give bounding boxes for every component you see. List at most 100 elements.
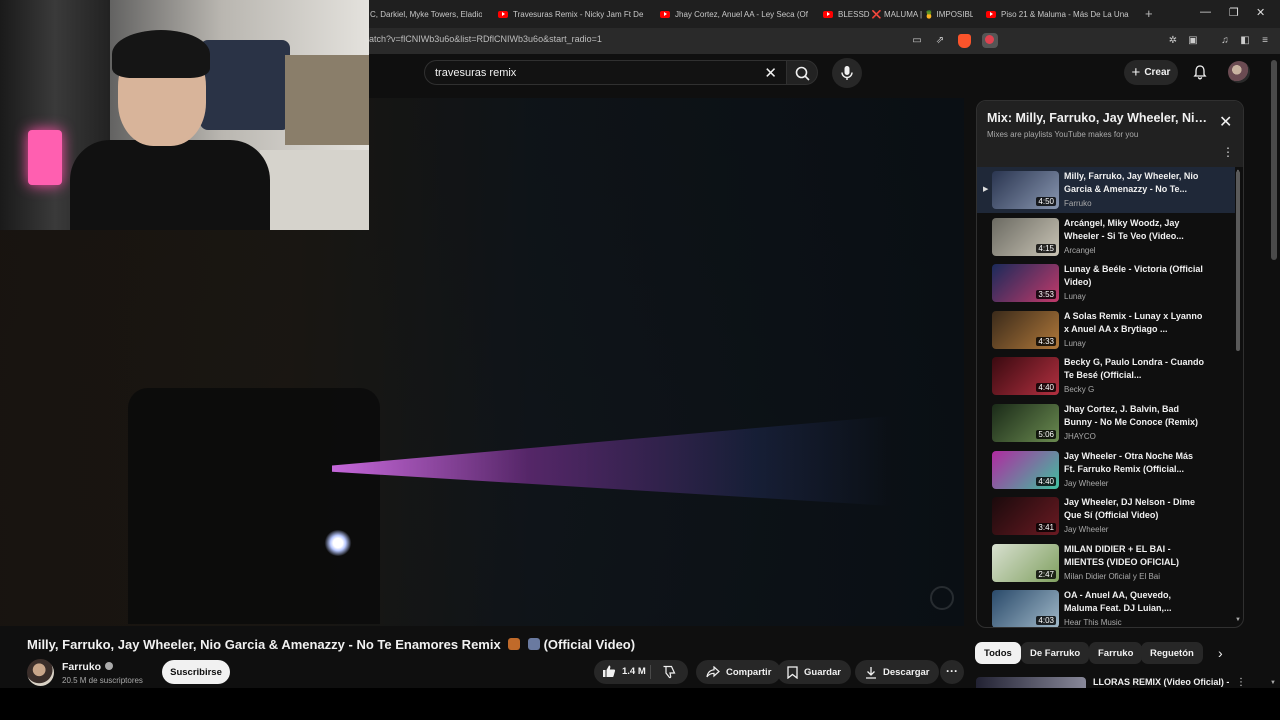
chip-farruko[interactable]: Farruko bbox=[1089, 642, 1143, 664]
share-page-icon[interactable]: ⇗ bbox=[934, 35, 946, 47]
mix-item-channel: Becky G bbox=[1064, 385, 1095, 395]
mix-more-options-icon[interactable]: ⋮ bbox=[1222, 146, 1234, 158]
mix-title[interactable]: Mix: Milly, Farruko, Jay Wheeler, Nio Ga… bbox=[987, 111, 1207, 125]
share-button[interactable]: Compartir bbox=[696, 660, 782, 684]
popcorn-emoji-icon bbox=[508, 638, 521, 650]
clear-search-icon[interactable]: ✕ bbox=[764, 64, 777, 82]
chip-todos[interactable]: Todos bbox=[975, 642, 1021, 664]
voice-search-button[interactable] bbox=[832, 58, 862, 88]
scroll-down-arrow-icon[interactable]: ▼ bbox=[1235, 617, 1241, 623]
tab-search-icon[interactable]: ▣ bbox=[1187, 35, 1199, 47]
account-avatar[interactable] bbox=[1228, 61, 1250, 83]
recommendation-thumbnail[interactable] bbox=[976, 677, 1086, 688]
mix-item-duration: 5:06 bbox=[1036, 430, 1056, 439]
mix-item[interactable]: 3:53 Lunay & Beéle - Victoria (Official V… bbox=[977, 260, 1235, 306]
maximize-icon[interactable]: ❐ bbox=[1229, 6, 1239, 19]
mix-item-duration: 3:53 bbox=[1036, 290, 1056, 300]
create-label: Crear bbox=[1144, 67, 1171, 78]
mix-item[interactable]: 3:41 Jay Wheeler, DJ Nelson - Dime Que Sí… bbox=[977, 493, 1235, 539]
chip-de-farruko[interactable]: De Farruko bbox=[1021, 642, 1090, 664]
mix-item[interactable]: 4:40 Becky G, Paulo Londra - Cuando Te Be… bbox=[977, 353, 1235, 399]
mix-item-channel: Farruko bbox=[1064, 199, 1092, 208]
mix-item-title[interactable]: Jay Wheeler - Otra Noche Más Ft. Farruko… bbox=[1064, 450, 1206, 476]
mix-item-thumbnail[interactable]: 4:15 bbox=[992, 217, 1059, 256]
browser-tab[interactable]: Travesuras Remix - Nicky Jam Ft De bbox=[498, 4, 644, 24]
download-button[interactable]: Descargar bbox=[855, 660, 940, 684]
minimize-icon[interactable]: — bbox=[1200, 6, 1211, 18]
like-divider bbox=[650, 665, 651, 679]
channel-name[interactable]: Farruko bbox=[62, 661, 114, 673]
brave-shield-icon[interactable] bbox=[958, 34, 971, 48]
mix-item-thumbnail[interactable]: 3:53 bbox=[992, 264, 1059, 303]
mix-item-thumbnail[interactable]: 5:06 bbox=[992, 404, 1059, 442]
channel-avatar[interactable] bbox=[27, 659, 54, 686]
save-button[interactable]: Guardar bbox=[777, 660, 851, 684]
mix-item[interactable]: 4:03 OA - Anuel AA, Quevedo, Maluma Feat.… bbox=[977, 586, 1235, 627]
mix-item[interactable]: 2:47 MILAN DIDIER + EL BAI - MIENTES (VID… bbox=[977, 540, 1235, 586]
sidebar-icon[interactable]: ◧ bbox=[1239, 35, 1251, 47]
taskbar bbox=[0, 688, 1280, 720]
mix-item-title[interactable]: Arcángel, Miky Woodz, Jay Wheeler - Si T… bbox=[1064, 217, 1206, 243]
close-window-icon[interactable]: ✕ bbox=[1256, 6, 1265, 19]
mix-item-title[interactable]: A Solas Remix - Lunay x Lyanno x Anuel A… bbox=[1064, 310, 1206, 336]
cast-icon[interactable]: ▭ bbox=[911, 35, 923, 47]
channel-watermark-icon[interactable] bbox=[930, 586, 954, 610]
recommendation-menu-icon[interactable]: ⋮ bbox=[1236, 677, 1246, 688]
browser-menu-icon[interactable]: ≡ bbox=[1259, 35, 1271, 47]
mix-item-thumbnail[interactable]: 4:40 bbox=[992, 357, 1059, 396]
mix-item-thumbnail[interactable]: 2:47 bbox=[992, 543, 1059, 582]
like-button[interactable]: 1.4 M bbox=[602, 664, 646, 678]
mix-item-thumbnail[interactable]: 4:03 bbox=[992, 590, 1059, 627]
subscribe-button[interactable]: Suscribirse bbox=[162, 660, 230, 684]
notifications-bell-icon[interactable] bbox=[1192, 64, 1208, 80]
recommendation-title[interactable]: LLORAS REMIX (Video Oficial) - bbox=[1093, 677, 1229, 687]
mix-header: Mix: Milly, Farruko, Jay Wheeler, Nio Ga… bbox=[977, 101, 1243, 167]
verified-badge-icon bbox=[105, 662, 114, 670]
mix-item[interactable]: 4:15 Arcángel, Miky Woodz, Jay Wheeler - … bbox=[977, 214, 1235, 260]
browser-tab[interactable]: C, Darkiel, Myke Towers, Eladio bbox=[370, 4, 482, 24]
chip-reguet-n[interactable]: Reguetón bbox=[1141, 642, 1203, 664]
mix-item[interactable]: ▶ 4:50 Milly, Farruko, Jay Wheeler, Nio Ga… bbox=[977, 167, 1235, 213]
mix-item-duration: 4:40 bbox=[1036, 383, 1056, 393]
webcam-desk bbox=[260, 150, 369, 230]
mix-item-thumbnail[interactable]: 4:33 bbox=[992, 310, 1059, 349]
mix-item-channel: Milan Didier Oficial y El Bai bbox=[1064, 571, 1161, 581]
brave-rewards-icon[interactable] bbox=[982, 33, 998, 48]
mix-item-title[interactable]: Becky G, Paulo Londra - Cuando Te Besé (… bbox=[1064, 356, 1206, 382]
mix-item-title[interactable]: Jay Wheeler, DJ Nelson - Dime Que Sí (Of… bbox=[1064, 496, 1206, 522]
page-scrollbar[interactable] bbox=[1271, 60, 1277, 260]
page-scroll-down-icon[interactable]: ▼ bbox=[1270, 680, 1276, 686]
mix-item-thumbnail[interactable]: 4:50 bbox=[992, 171, 1059, 209]
search-button[interactable] bbox=[786, 60, 818, 85]
thumbs-down-icon bbox=[663, 665, 676, 679]
youtube-favicon-icon bbox=[823, 10, 833, 18]
search-input[interactable]: travesuras remix bbox=[435, 67, 516, 79]
new-tab-button[interactable]: + bbox=[1145, 6, 1153, 21]
dislike-button[interactable] bbox=[662, 665, 676, 679]
browser-tab[interactable]: BLESSD ❌ MALUMA | 🍍 IMPOSIBL bbox=[823, 4, 973, 24]
mix-item[interactable]: 5:06 Jhay Cortez, J. Balvin, Bad Bunny - … bbox=[977, 400, 1235, 446]
mix-item-thumbnail[interactable]: 3:41 bbox=[992, 497, 1059, 536]
mix-item-title[interactable]: OA - Anuel AA, Quevedo, Maluma Feat. DJ … bbox=[1064, 589, 1206, 615]
browser-tab[interactable]: Piso 21 & Maluma - Más De La Una ✕ bbox=[986, 4, 1132, 24]
browser-tab[interactable]: Jhay Cortez, Anuel AA - Ley Seca (Of bbox=[660, 4, 810, 24]
mix-scrollbar[interactable] bbox=[1236, 171, 1240, 351]
mix-item[interactable]: 4:40 Jay Wheeler - Otra Noche Más Ft. Far… bbox=[977, 447, 1235, 493]
chevron-right-icon[interactable]: › bbox=[1218, 645, 1223, 661]
mix-item-thumbnail[interactable]: 4:40 bbox=[992, 450, 1059, 489]
extensions-icon[interactable]: ✲ bbox=[1167, 35, 1179, 47]
more-actions-icon[interactable]: ··· bbox=[940, 660, 964, 684]
search-box[interactable]: travesuras remix ✕ bbox=[424, 60, 788, 85]
create-button[interactable]: + Crear bbox=[1124, 60, 1178, 85]
url-field[interactable]: atch?v=flCNIWb3u6o&list=RDflCNIWb3u6o&st… bbox=[369, 34, 602, 44]
mix-item-duration: 3:41 bbox=[1036, 523, 1056, 533]
media-control-icon[interactable]: ♫ bbox=[1219, 35, 1231, 47]
microphone-icon bbox=[841, 66, 853, 80]
mix-item-title[interactable]: MILAN DIDIER + EL BAI - MIENTES (VIDEO O… bbox=[1064, 543, 1206, 569]
mix-item-title[interactable]: Lunay & Beéle - Victoria (Official Video… bbox=[1064, 263, 1206, 289]
mix-item-title[interactable]: Milly, Farruko, Jay Wheeler, Nio Garcia … bbox=[1064, 170, 1206, 196]
mix-item-duration: 4:03 bbox=[1036, 616, 1056, 626]
mix-item[interactable]: 4:33 A Solas Remix - Lunay x Lyanno x Anu… bbox=[977, 307, 1235, 353]
close-mix-icon[interactable]: ✕ bbox=[1219, 115, 1232, 131]
mix-item-title[interactable]: Jhay Cortez, J. Balvin, Bad Bunny - No M… bbox=[1064, 403, 1206, 429]
